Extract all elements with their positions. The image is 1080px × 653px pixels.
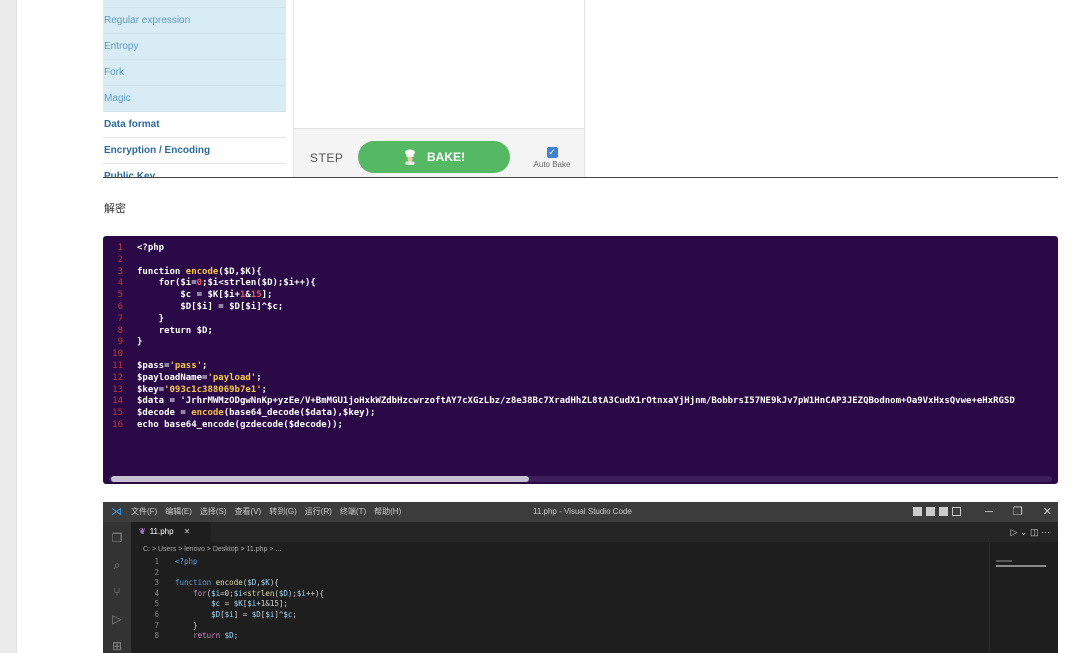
minimap-line [996,565,1046,567]
menu-item[interactable]: 编辑(E) [165,502,192,522]
recipe-panel: STEP BAKE! ✓ Auto Bake [293,0,585,177]
vscode-menu-bar: 文件(F) 编辑(E) 选择(S) 查看(V) 转到(G) 运行(R) 终端(T) 帮助(H) [131,502,401,522]
breadcrumb[interactable]: C: > Users > lenovo > Desktop > 11.php >… [143,546,281,553]
code-line: 2 [117,254,123,265]
chef-icon [403,149,417,165]
split-editor-icon[interactable]: ◫ [1030,527,1039,537]
run-icon[interactable]: ▷ [1010,527,1017,537]
code-line: 8 return $D; [117,325,213,336]
left-rail [0,0,17,653]
source-control-icon[interactable]: ⑂ [111,586,123,598]
code-line: 10 [112,349,123,360]
code-block: 1 <?php 2 3 function encode($D,$K){4 for($i=… [103,236,1058,484]
editor-line: 4 for($i=0;$i<strlen($D);$i++){ [154,588,325,598]
menu-item[interactable]: 文件(F) [131,502,157,522]
code-line: 3 function encode($D,$K){ [117,266,262,277]
code-line: 16 echo base64_encode(gzdecode($decode)); [112,419,343,430]
scrollbar-thumb[interactable] [111,476,529,482]
editor-tab-bar: ❦ 11.php ✕ ▷ ⌄ ◫ ··· [131,522,1058,542]
code-line: 4 for($i=0;$i<strlen($D);$i++){ [117,278,316,289]
bake-label: BAKE! [427,150,465,164]
php-file-icon: ❦ [139,527,146,536]
vscode-titlebar: ⋊ 文件(F) 编辑(E) 选择(S) 查看(V) 转到(G) 运行(R) 终端(T) 帮助(… [103,502,1058,522]
editor-line: 1 <?php [154,557,198,566]
menu-item[interactable]: 转到(G) [269,502,297,522]
tab-label: 11.php [149,527,174,536]
menu-item[interactable]: 选择(S) [200,502,227,522]
code-line: 14 $data = 'JrhrMWMzODgwNnKp+yzEe/V+BmMGU… [112,396,1015,407]
close-window-icon[interactable]: ✕ [1043,502,1052,522]
chevron-down-icon[interactable]: ⌄ [1020,527,1028,537]
code-line: 5 $c = $K[$i+1&15]; [117,290,273,301]
run-debug-icon[interactable]: ▷ [111,613,123,625]
category-regular-expression[interactable]: Regular expression [103,8,286,34]
editor-line: 8 return $D; [154,631,239,641]
auto-bake-toggle[interactable]: ✓ Auto Bake [530,147,574,169]
editor-actions: ▷ ⌄ ◫ ··· [1010,522,1050,542]
category-item-partial [103,0,286,8]
vscode-screenshot: ⋊ 文件(F) 编辑(E) 选择(S) 查看(V) 转到(G) 运行(R) 终端(T) 帮助(… [103,502,1058,653]
auto-bake-label: Auto Bake [533,160,571,169]
code-line: 6 $D[$i] = $D[$i]^$c; [117,301,284,312]
close-tab-icon[interactable]: ✕ [184,527,191,536]
category-public-key[interactable]: Public Key [103,164,286,177]
editor-code[interactable]: 1 <?php 2 3 function encode($D,$K){4 for($i=… [143,557,324,642]
editor-line: 5 $c = $K[$i+1&15]; [154,599,288,609]
step-button[interactable]: STEP [310,151,343,165]
activity-bar: ❐ ⌕ ⑂ ▷ ⊞ [103,522,131,653]
layout-controls [913,507,961,516]
code-line: 7 } [117,313,165,324]
code-lines: 1 <?php 2 3 function encode($D,$K){4 for($i=… [103,243,1058,432]
code-line: 9} [117,337,143,348]
checkbox-checked-icon[interactable]: ✓ [546,147,558,158]
explorer-icon[interactable]: ❐ [111,532,123,544]
more-actions-icon[interactable]: ··· [1041,527,1050,537]
editor-line: 6 $D[$i] = $D[$i]^$c; [154,609,297,619]
menu-item[interactable]: 查看(V) [235,502,262,522]
category-fork[interactable]: Fork [103,60,286,86]
code-line: 12 $payloadName='payload'; [112,372,262,383]
extensions-icon[interactable]: ⊞ [111,640,123,652]
horizontal-scrollbar[interactable] [109,476,1052,482]
code-line: 1 <?php [117,243,165,253]
editor-line: 3 function encode($D,$K){ [154,578,279,588]
restore-icon[interactable]: ❐ [1013,502,1023,522]
toggle-panel-icon[interactable] [926,507,935,516]
window-title: 11.php - Visual Studio Code [533,507,632,516]
toggle-sidebar-icon[interactable] [913,507,922,516]
editor-line: 7 } [154,620,198,630]
search-icon[interactable]: ⌕ [111,559,123,571]
minimize-icon[interactable]: ─ [985,502,993,522]
code-line: 11 $pass='pass'; [112,360,208,371]
menu-item[interactable]: 运行(R) [305,502,332,522]
vscode-logo-icon: ⋊ [111,506,122,518]
minimap-line [996,560,1012,562]
category-encryption-encoding[interactable]: Encryption / Encoding [103,138,286,164]
customize-layout-icon[interactable] [952,507,961,516]
menu-item[interactable]: 终端(T) [340,502,366,522]
category-data-format[interactable]: Data format [103,112,286,138]
window-controls: ─ ❐ ✕ [985,502,1052,522]
minimap[interactable] [989,542,1052,653]
menu-item[interactable]: 帮助(H) [374,502,401,522]
code-line: 13 $key='093c1c388069b7e1'; [112,384,268,395]
section-caption: 解密 [104,203,126,215]
recipe-controls: STEP BAKE! ✓ Auto Bake [294,128,584,177]
cyberchef-screenshot: Regular expression Entropy Fork Magic Da… [103,0,1058,177]
code-line: 15 $decode = encode(base64_decode($data),… [112,408,376,419]
toggle-secondary-sidebar-icon[interactable] [939,507,948,516]
editor-line: 2 [154,567,159,577]
category-magic[interactable]: Magic [103,86,286,112]
editor-tab[interactable]: ❦ 11.php ✕ [131,522,211,542]
category-entropy[interactable]: Entropy [103,34,286,60]
operations-category-list: Regular expression Entropy Fork Magic Da… [103,0,286,177]
divider [103,177,1058,178]
bake-button[interactable]: BAKE! [358,141,510,173]
